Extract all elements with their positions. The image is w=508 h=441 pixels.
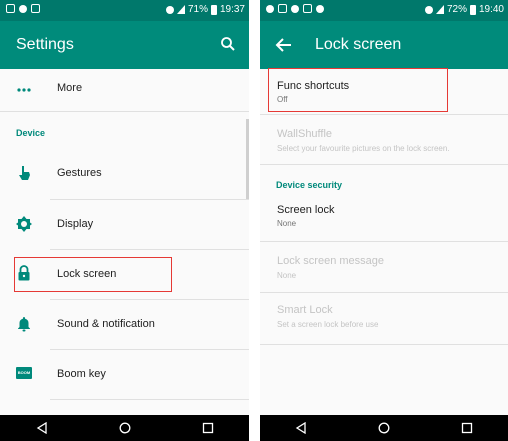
pref-summary: None: [277, 219, 297, 228]
back-nav-icon[interactable]: [36, 422, 48, 434]
settings-item-display[interactable]: Display: [0, 200, 249, 249]
highlight-box: [14, 257, 172, 292]
pref-summary: None: [277, 271, 297, 280]
signal-icon: [176, 5, 185, 14]
scrollbar[interactable]: [246, 119, 249, 199]
divider: [0, 111, 249, 112]
settings-item-gestures[interactable]: Gestures: [0, 149, 249, 198]
pref-wallshuffle: WallShuffle Select your favourite pictur…: [260, 115, 508, 163]
recents-nav-icon[interactable]: [202, 422, 214, 434]
clock: 19:40: [478, 4, 504, 15]
battery-percent: 71%: [187, 4, 208, 15]
hand-pointer-icon: [19, 166, 30, 180]
notification-icon: [291, 4, 299, 13]
home-nav-icon[interactable]: [119, 422, 131, 434]
lock-screen-list: Func shortcuts Off WallShuffle Select yo…: [260, 68, 508, 415]
recents-nav-icon[interactable]: [461, 422, 473, 434]
page-title: Lock screen: [315, 36, 402, 53]
battery-icon: [210, 4, 217, 15]
notification-icon: [316, 4, 324, 13]
notification-icon: [19, 4, 27, 13]
settings-screen: 71% 19:37 Settings More Device Gestures: [0, 0, 249, 441]
settings-item-label: Sound & notification: [57, 318, 155, 330]
image-icon: [6, 4, 15, 13]
nfc-icon: [165, 5, 174, 14]
back-arrow-icon[interactable]: [274, 35, 294, 55]
page-title: Settings: [16, 36, 74, 53]
app-bar: Lock screen: [260, 21, 508, 69]
settings-item-more[interactable]: More: [0, 69, 249, 111]
divider: [50, 399, 249, 400]
search-icon[interactable]: [219, 35, 237, 53]
nfc-icon: [424, 5, 433, 14]
highlight-box: [268, 68, 448, 112]
usb-icon: [266, 4, 274, 13]
pref-title: WallShuffle: [277, 128, 333, 140]
status-bar: 71% 19:37: [0, 0, 249, 21]
bell-icon: [18, 317, 30, 332]
pref-screen-lock[interactable]: Screen lock None: [260, 194, 508, 236]
pref-title: Smart Lock: [277, 304, 333, 316]
navigation-bar: [0, 415, 249, 441]
pref-lock-screen-message: Lock screen message None: [260, 242, 508, 292]
image-icon: [278, 4, 287, 13]
pref-summary: Select your favourite pictures on the lo…: [277, 144, 450, 153]
pref-title: Screen lock: [277, 204, 335, 216]
settings-item-label: Gestures: [57, 167, 102, 179]
pref-summary: Set a screen lock before use: [277, 320, 379, 329]
home-nav-icon[interactable]: [378, 422, 390, 434]
divider: [260, 164, 508, 165]
more-dots-icon: [17, 88, 31, 92]
battery-percent: 72%: [446, 4, 467, 15]
section-header-device: Device: [16, 128, 46, 138]
pref-title: Lock screen message: [277, 255, 384, 267]
app-icon: [303, 4, 312, 13]
back-nav-icon[interactable]: [295, 422, 307, 434]
navigation-bar: [260, 415, 508, 441]
signal-icon: [435, 5, 444, 14]
divider: [260, 344, 508, 345]
settings-item-boom-key[interactable]: BOOM Boom key: [0, 350, 249, 399]
brightness-icon: [16, 216, 32, 232]
boom-key-icon: BOOM: [16, 367, 32, 379]
settings-item-label: Boom key: [57, 368, 106, 380]
app-icon: [31, 4, 40, 13]
lock-screen-settings: 72% 19:40 Lock screen Func shortcuts Off…: [260, 0, 508, 441]
settings-item-label: Display: [57, 218, 94, 230]
app-bar: Settings: [0, 21, 249, 69]
settings-list: More Device Gestures Display Lock screen…: [0, 69, 249, 415]
settings-item-sound-notification[interactable]: Sound & notification: [0, 300, 249, 349]
section-header-device-security: Device security: [276, 180, 343, 190]
settings-item-label: More: [57, 82, 83, 94]
status-bar: 72% 19:40: [260, 0, 508, 21]
clock: 19:37: [219, 4, 245, 15]
pref-smart-lock: Smart Lock Set a screen lock before use: [260, 293, 508, 343]
battery-icon: [469, 4, 476, 15]
